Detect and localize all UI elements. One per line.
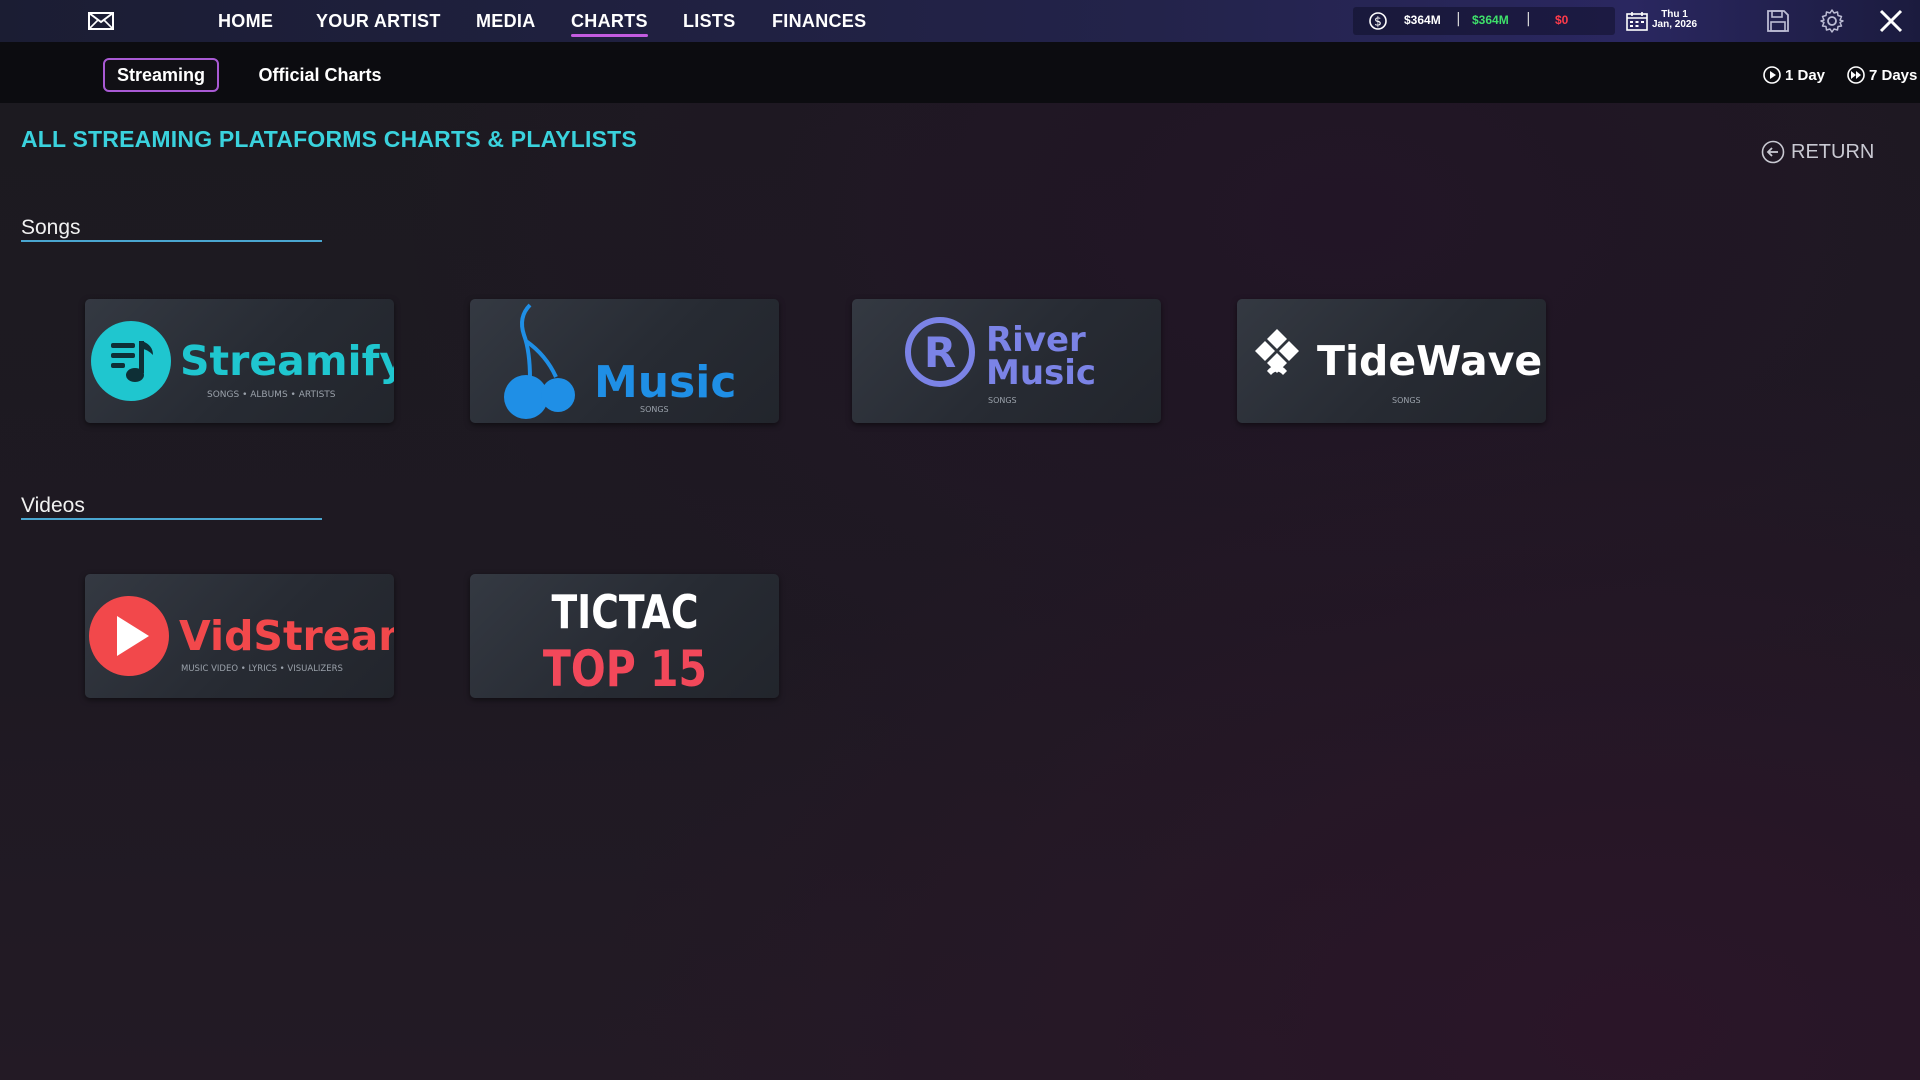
music-name: Music <box>594 357 736 408</box>
card-vidstream[interactable]: VidStream MUSIC VIDEO • LYRICS • VISUALI… <box>85 574 394 698</box>
section-divider <box>21 240 322 242</box>
close-icon <box>1879 9 1903 33</box>
mail-icon[interactable] <box>87 10 115 32</box>
top-bar: HOME YOUR ARTIST MEDIA CHARTS LISTS FINA… <box>0 0 1920 42</box>
tidewave-name: TideWave <box>1317 337 1542 385</box>
tictac-name-line1: TICTAC <box>551 585 698 639</box>
section-videos-label: Videos <box>21 494 85 517</box>
river-music-subtitle: SONGS <box>988 396 1017 405</box>
tab-official-charts[interactable]: Official Charts <box>250 58 390 92</box>
card-river-music[interactable]: R River Music SONGS <box>852 299 1161 423</box>
section-divider <box>21 518 322 520</box>
return-label: RETURN <box>1791 140 1875 163</box>
nav-finances[interactable]: FINANCES <box>772 0 866 42</box>
tab-streaming[interactable]: Streaming <box>103 58 219 92</box>
card-music[interactable]: Music SONGS <box>470 299 779 423</box>
nav-charts[interactable]: CHARTS <box>571 0 648 42</box>
speed-1-day-button[interactable]: 1 Day <box>1762 63 1825 87</box>
gear-icon[interactable] <box>1819 8 1845 34</box>
money-total: $364M <box>1404 13 1441 27</box>
money-separator: | <box>1456 11 1461 27</box>
card-tictac-top-15[interactable]: TICTAC TOP 15 <box>470 574 779 698</box>
play-logo-icon <box>89 596 169 676</box>
streamify-subtitle: SONGS • ALBUMS • ARTISTS <box>207 390 336 400</box>
nav-media[interactable]: MEDIA <box>476 0 536 42</box>
svg-text:$: $ <box>1374 15 1382 29</box>
streamify-logo-icon <box>91 321 171 401</box>
dollar-icon: $ <box>1369 12 1387 30</box>
nav-home[interactable]: HOME <box>218 0 273 42</box>
return-button[interactable]: RETURN <box>1761 140 1874 164</box>
river-music-name-line2: Music <box>986 353 1096 393</box>
vidstream-subtitle: MUSIC VIDEO • LYRICS • VISUALIZERS <box>181 664 343 674</box>
card-tidewave[interactable]: TideWave SONGS <box>1237 299 1546 423</box>
date-month-year: Jan, 2026 <box>1652 19 1698 30</box>
speed-1-day-label: 1 Day <box>1785 66 1826 84</box>
tidewave-logo-icon <box>1255 329 1299 375</box>
speed-7-days-button[interactable]: 7 Days <box>1846 63 1917 87</box>
arrow-left-icon <box>1761 140 1785 164</box>
speed-7-days-label: 7 Days <box>1869 66 1918 84</box>
vidstream-name: VidStream <box>179 612 394 660</box>
nav-your-artist[interactable]: YOUR ARTIST <box>316 0 441 42</box>
money-separator: | <box>1526 11 1531 27</box>
fast-forward-icon <box>1847 66 1865 84</box>
section-songs-label: Songs <box>21 216 81 239</box>
card-streamify[interactable]: Streamify SONGS • ALBUMS • ARTISTS <box>85 299 394 423</box>
current-date: Thu 1 Jan, 2026 <box>1652 10 1697 30</box>
tidewave-subtitle: SONGS <box>1392 396 1421 405</box>
money-income: $364M <box>1472 13 1509 27</box>
river-logo-icon: R <box>905 317 975 387</box>
music-subtitle: SONGS <box>640 405 669 414</box>
svg-text:R: R <box>924 328 956 377</box>
tictac-name-line2: TOP 15 <box>543 640 707 698</box>
streamify-name: Streamify <box>180 337 394 385</box>
close-button[interactable] <box>1862 0 1920 42</box>
money-expense: $0 <box>1555 13 1569 27</box>
calendar-icon <box>1626 12 1648 31</box>
cherry-icon <box>504 303 575 419</box>
save-icon[interactable] <box>1765 8 1791 34</box>
play-icon <box>1763 66 1781 84</box>
nav-lists[interactable]: LISTS <box>683 0 736 42</box>
page-title: ALL STREAMING PLATAFORMS CHARTS & PLAYLI… <box>21 126 637 152</box>
